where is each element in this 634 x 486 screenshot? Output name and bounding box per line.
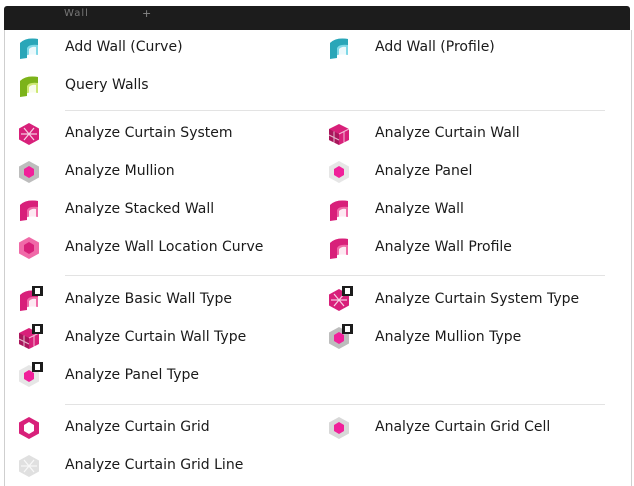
menu-item-analyze-curtain-system[interactable]: Analyze Curtain System xyxy=(15,120,233,148)
analyze-wall-icon xyxy=(325,196,353,224)
menu-item-analyze-wall-location-curve[interactable]: Analyze Wall Location Curve xyxy=(15,234,263,262)
menu-item-analyze-stacked-wall[interactable]: Analyze Stacked Wall xyxy=(15,196,214,224)
analyze-curtain-system-icon xyxy=(15,120,43,148)
menu-item-analyze-wall[interactable]: Analyze Wall xyxy=(325,196,464,224)
menu-item-label: Add Wall (Curve) xyxy=(65,39,183,55)
analyze-basic-wall-type-icon xyxy=(15,286,43,314)
menu-item-label: Query Walls xyxy=(65,77,149,93)
menu-item-label: Analyze Curtain System Type xyxy=(375,291,580,307)
analyze-panel-icon xyxy=(325,158,353,186)
menu-panel: Add Wall (Curve) Add Wall (Profile) Quer… xyxy=(4,30,632,486)
group-divider xyxy=(65,275,605,276)
menu-item-label: Analyze Curtain System xyxy=(65,125,233,141)
analyze-mullion-type-icon xyxy=(325,324,353,352)
menu-item-analyze-panel[interactable]: Analyze Panel xyxy=(325,158,472,186)
menu-item-analyze-curtain-system-type[interactable]: Analyze Curtain System Type xyxy=(325,286,579,314)
menu-item-label: Analyze Curtain Wall Type xyxy=(65,329,247,345)
analyze-curtain-system-type-icon xyxy=(325,286,353,314)
menu-item-add-wall-curve[interactable]: Add Wall (Curve) xyxy=(15,34,183,62)
menu-item-analyze-curtain-grid-line[interactable]: Analyze Curtain Grid Line xyxy=(15,452,243,480)
pin-icon[interactable]: + xyxy=(142,7,151,20)
analyze-mullion-icon xyxy=(15,158,43,186)
menu-item-analyze-panel-type[interactable]: Analyze Panel Type xyxy=(15,362,199,390)
analyze-curtain-wall-icon xyxy=(325,120,353,148)
menu-item-label: Analyze Curtain Grid xyxy=(65,419,210,435)
menu-item-label: Analyze Curtain Grid Line xyxy=(65,457,244,473)
analyze-wall-location-curve-icon xyxy=(15,234,43,262)
menu-item-analyze-curtain-grid[interactable]: Analyze Curtain Grid xyxy=(15,414,210,442)
menu-item-label: Analyze Curtain Grid Cell xyxy=(375,419,551,435)
query-walls-icon xyxy=(15,72,43,100)
menu-item-label: Analyze Wall xyxy=(375,201,464,217)
menu-item-analyze-curtain-grid-cell[interactable]: Analyze Curtain Grid Cell xyxy=(325,414,550,442)
menu-item-analyze-curtain-wall[interactable]: Analyze Curtain Wall xyxy=(325,120,520,148)
menu-item-label: Analyze Panel Type xyxy=(65,367,199,383)
menu-item-analyze-wall-profile[interactable]: Analyze Wall Profile xyxy=(325,234,512,262)
menu-item-label: Analyze Mullion Type xyxy=(375,329,522,345)
title-text: Wall xyxy=(64,8,89,19)
menu-item-analyze-mullion[interactable]: Analyze Mullion xyxy=(15,158,175,186)
menu-item-label: Analyze Stacked Wall xyxy=(65,201,215,217)
menu-item-query-walls[interactable]: Query Walls xyxy=(15,72,149,100)
menu-item-label: Analyze Wall Profile xyxy=(375,239,512,255)
menu-item-label: Analyze Wall Location Curve xyxy=(65,239,264,255)
analyze-curtain-wall-type-icon xyxy=(15,324,43,352)
menu-item-label: Add Wall (Profile) xyxy=(375,39,495,55)
menu-item-analyze-basic-wall-type[interactable]: Analyze Basic Wall Type xyxy=(15,286,232,314)
title-bar[interactable]: Wall + xyxy=(4,6,630,30)
analyze-curtain-grid-icon xyxy=(15,414,43,442)
menu-item-analyze-curtain-wall-type[interactable]: Analyze Curtain Wall Type xyxy=(15,324,246,352)
analyze-curtain-grid-cell-icon xyxy=(325,414,353,442)
menu-item-label: Analyze Mullion xyxy=(65,163,175,179)
menu-item-label: Analyze Curtain Wall xyxy=(375,125,520,141)
menu-item-add-wall-profile[interactable]: Add Wall (Profile) xyxy=(325,34,495,62)
analyze-stacked-wall-icon xyxy=(15,196,43,224)
wall-menu-window: Wall + Add Wall (Curve) Add Wall (Profil… xyxy=(0,0,634,486)
analyze-curtain-grid-line-icon xyxy=(15,452,43,480)
add-wall-profile-icon xyxy=(325,34,353,62)
menu-item-analyze-mullion-type[interactable]: Analyze Mullion Type xyxy=(325,324,521,352)
group-divider xyxy=(65,404,605,405)
analyze-panel-type-icon xyxy=(15,362,43,390)
menu-item-label: Analyze Basic Wall Type xyxy=(65,291,233,307)
analyze-wall-profile-icon xyxy=(325,234,353,262)
add-wall-curve-icon xyxy=(15,34,43,62)
menu-item-label: Analyze Panel xyxy=(375,163,473,179)
group-divider xyxy=(65,110,605,111)
